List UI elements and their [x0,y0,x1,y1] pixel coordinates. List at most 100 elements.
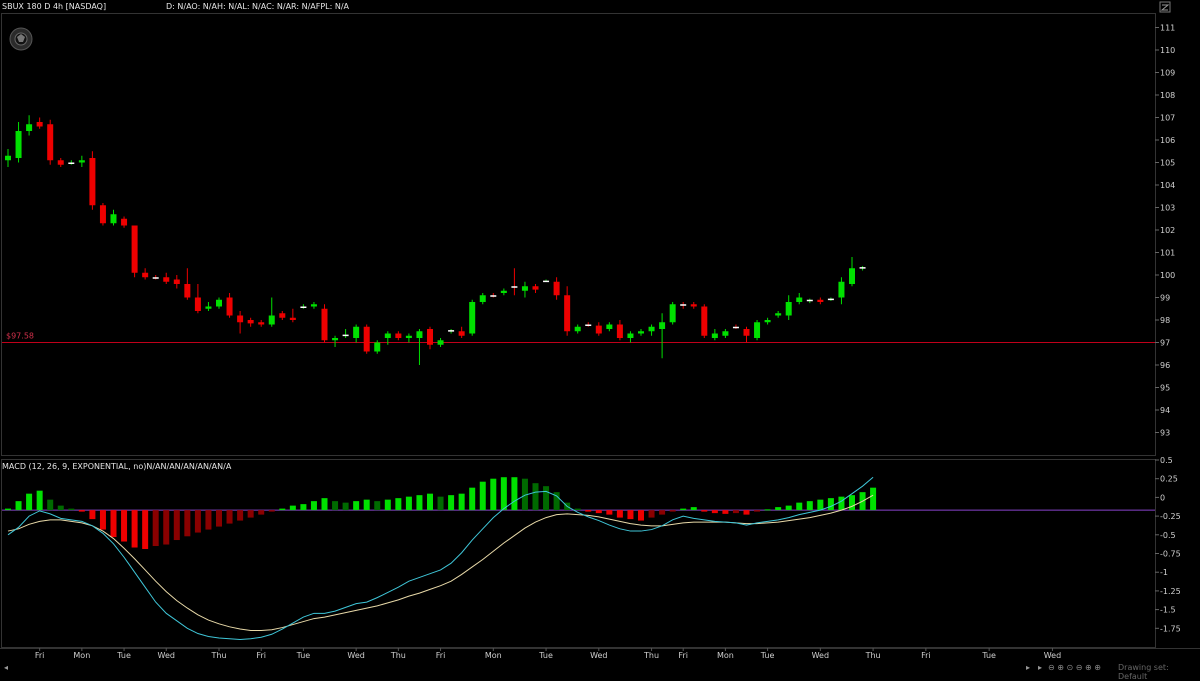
macd-hist-bar [363,499,370,511]
macd-hist-bar [342,502,349,511]
macd-hist-bar [680,508,687,511]
price-tick-label: 102 [1160,226,1175,235]
macd-hist-bar [838,496,845,511]
candle-body [764,320,771,323]
candle-body [817,299,824,302]
candle [89,151,96,210]
time-tick-label: Wed [158,651,175,660]
macd-hist-bar [68,508,75,511]
candle-body [142,272,149,278]
candle-body [405,335,412,338]
macd-tick-label: -1.25 [1160,587,1181,596]
macd-hist-bar [268,510,275,512]
time-tick-label: Tue [296,651,311,660]
candle-body [395,333,402,338]
macd-hist-bar [806,501,813,511]
symbol-label: SBUX 180 D 4h [NASDAQ] [2,2,107,11]
price-tick-label: 108 [1160,91,1175,100]
candle-body [827,298,834,301]
macd-hist-bar [437,496,444,511]
candle-body [543,280,550,283]
macd-hist-bar [469,487,476,511]
macd-hist-bar [321,498,328,511]
scroll-right-icon[interactable]: ▸ [1024,664,1032,672]
macd-hist-bar [78,510,85,512]
candle-body [500,290,507,293]
macd-hist-bar [121,510,128,542]
macd-hist-bar [427,493,433,511]
drawing-set-label[interactable]: Drawing set: Default [1118,663,1200,681]
candle-body [553,281,560,296]
macd-hist-bar [205,510,212,530]
macd-tick-label: 0.25 [1160,475,1178,484]
macd-hist-bar [785,505,792,511]
candle-body [47,124,54,161]
macd-hist-bar [627,510,634,520]
candle-body [659,322,666,329]
macd-hist-bar [89,510,96,520]
macd-hist-bar [226,510,233,524]
zoom-controls[interactable]: ⊖ ⊕ ⊙ ⊖ ⊕ ⊕ [1048,663,1101,672]
last-price-label: $97.58 [6,332,34,341]
macd-hist-bar [310,501,317,511]
candle-body [363,326,370,352]
macd-hist-bar [26,493,33,511]
macd-hist-bar [152,510,159,547]
candle [131,225,138,278]
macd-hist-bar [585,510,592,512]
candle-body [374,342,381,352]
macd-hist-bar [405,496,412,511]
candle-body [258,322,265,325]
candle-body [490,295,497,297]
macd-hist-bar [870,487,877,511]
candle-body [796,297,803,302]
candle-body [205,306,212,309]
candle-body [521,286,528,291]
time-tick-label: Tue [116,651,131,660]
macd-hist-bar [574,508,581,511]
candle-body [469,302,476,334]
macd-hist-bar [500,477,507,511]
candle-body [849,268,855,284]
scroll-left-icon[interactable]: ◂ [2,664,10,672]
macd-hist-bar [173,510,180,541]
candle-body [332,338,339,341]
time-tick-label: Fri [921,651,931,660]
candle-body [89,158,96,206]
candle-body [806,299,813,302]
candle-body [68,162,75,164]
candle-body [342,334,349,337]
candle-body [838,281,845,298]
candle-body [690,304,697,307]
price-tick-label: 94 [1160,406,1170,415]
macd-hist-bar [289,505,296,511]
macd-label: MACD (12, 26, 9, EXPONENTIAL, no)N/AN/AN… [2,462,232,471]
candle-body [711,333,718,338]
chart-canvas[interactable]: 93 94 95 96 97 98 99 100 101 102 103 104 105 106 107 10… [0,0,1200,675]
macd-hist-bar [659,510,666,515]
macd-hist-bar [701,510,708,512]
price-tick-label: 96 [1160,361,1170,370]
candle-body [732,326,739,329]
macd-hist-bar [216,510,222,527]
candle-body [300,306,307,308]
price-tick-label: 99 [1160,294,1170,303]
candle-body [110,214,117,224]
time-tick-label: Fri [678,651,688,660]
macd-hist-bar [416,495,423,511]
quote-label: D: N/AO: N/AH: N/AL: N/AC: N/AR: N/AFPL:… [166,2,350,11]
price-tick-label: 104 [1160,181,1175,190]
macd-hist-bar [184,510,191,537]
candle-body [511,286,518,288]
macd-hist-bar [775,507,782,511]
price-tick-label: 110 [1160,46,1175,55]
candle-body [216,299,222,307]
scroll-end-icon[interactable]: ▸ [1036,664,1044,672]
candle-body [173,279,180,284]
candle-body [310,304,317,307]
candle [321,304,328,343]
macd-hist-bar [247,510,254,518]
candle-body [121,218,128,226]
time-tick-label: Mon [485,651,502,660]
price-tick-label: 101 [1160,249,1175,258]
